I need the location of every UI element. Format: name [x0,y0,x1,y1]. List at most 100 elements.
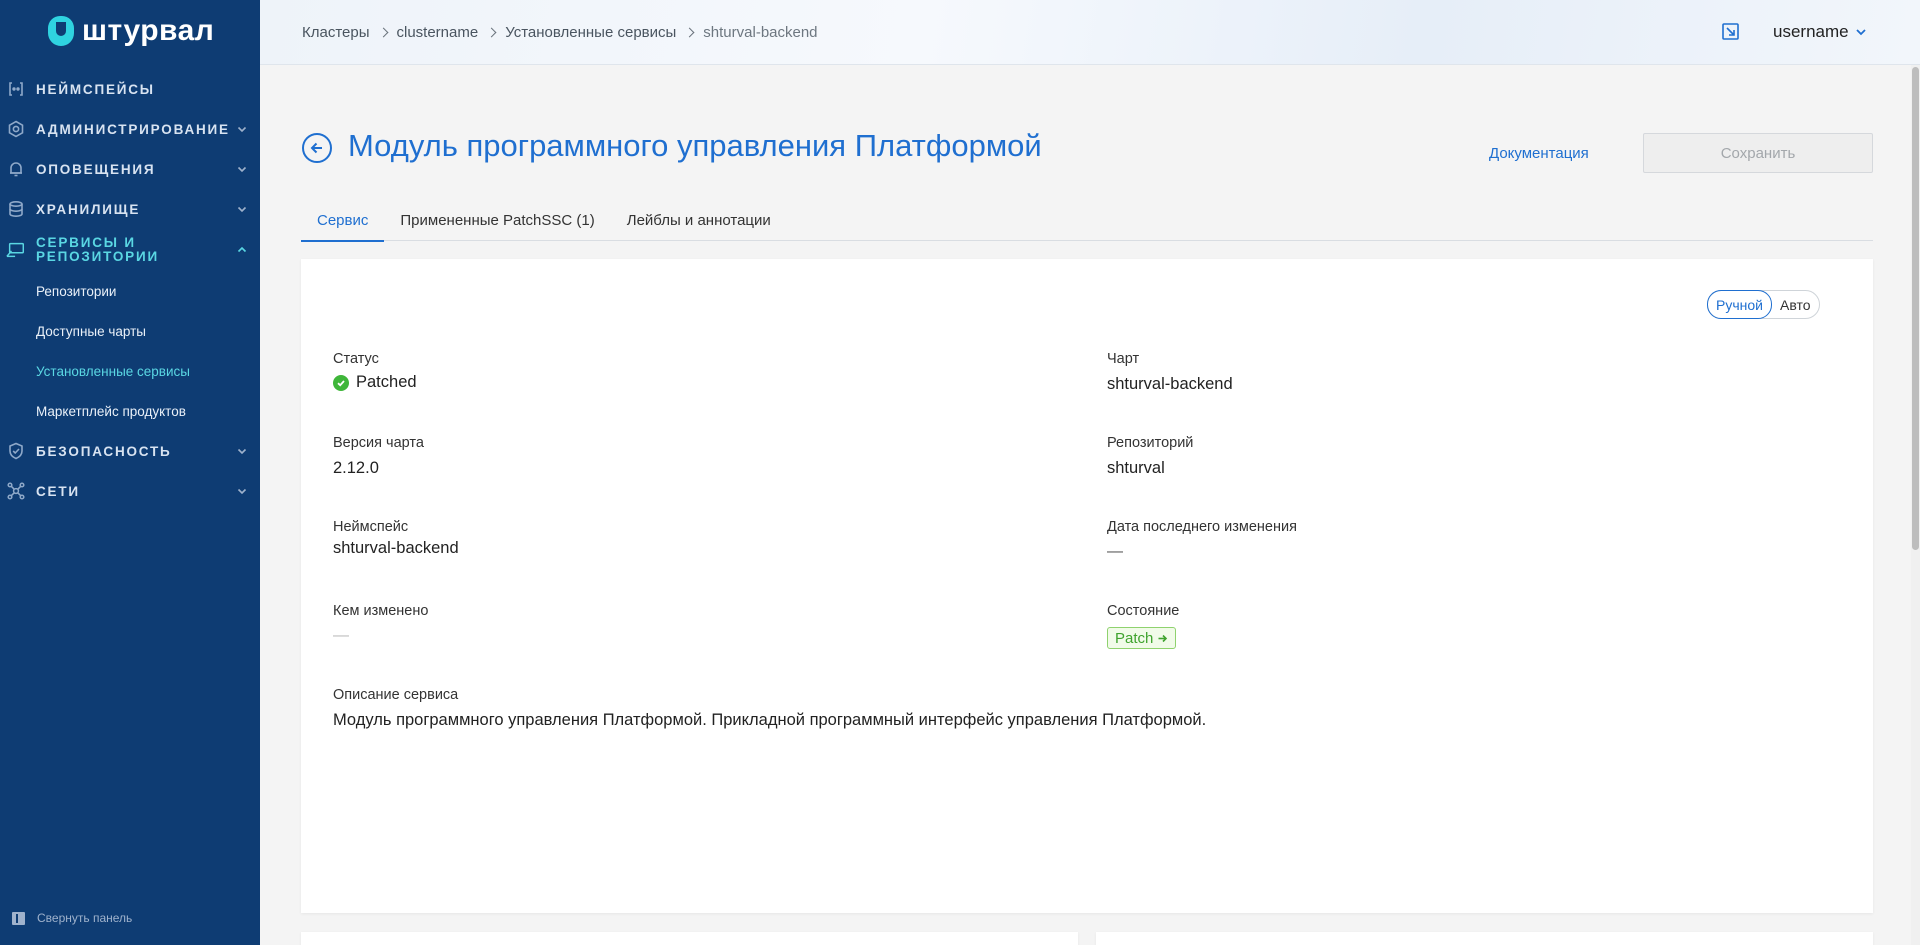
arrow-left-icon [310,142,322,154]
documentation-link[interactable]: Документация [1489,145,1589,162]
lower-card-right [1096,932,1873,945]
tab-labels-annotations[interactable]: Лейблы и аннотации [611,200,787,241]
status-value: Patched [333,373,417,392]
description-field: Описание сервиса Модуль программного упр… [333,687,1206,730]
chevron-down-icon [237,448,247,455]
sidebar-item-label: Оповещения [36,161,156,177]
namespace-icon [6,79,26,99]
database-icon [6,199,26,219]
description-value: Модуль программного управления Платформо… [333,711,1207,729]
chart-value: shturval-backend [1107,375,1233,393]
sidebar-item-security[interactable]: Безопасность [0,431,260,471]
panel-collapse-icon [12,911,25,925]
service-details-card: Ручной Авто Статус Patched Чарт shturval… [301,259,1873,913]
sidebar: штурвал Неймспейсы Администрирование Опо… [0,0,260,945]
breadcrumb: Кластеры clustername Установленные серви… [302,24,818,41]
state-badge[interactable]: Patch [1107,627,1177,649]
breadcrumb-current: shturval-backend [703,24,818,41]
status-field: Статус Patched [333,351,417,392]
chevron-down-icon [237,166,247,173]
sidebar-subitem-installed-services[interactable]: Установленные сервисы [0,351,260,391]
scrollbar-thumb[interactable] [1912,67,1919,550]
chevron-up-icon [237,246,247,253]
external-window-icon[interactable] [1722,23,1739,40]
state-field: Состояние Patch [1107,603,1179,649]
sidebar-subitem-marketplace[interactable]: Маркетплейс продуктов [0,391,260,431]
mode-toggle: Ручной Авто [1707,290,1820,319]
breadcrumb-installed-services[interactable]: Установленные сервисы [505,24,676,41]
sidebar-item-storage[interactable]: Хранилище [0,189,260,229]
description-label: Описание сервиса [333,687,459,703]
collapse-panel-label: Свернуть панель [37,911,133,925]
repository-value: shturval [1107,459,1165,477]
repository-field: Репозиторий shturval [1107,435,1193,478]
sidebar-item-label: Безопасность [36,443,172,459]
sidebar-item-label: Сервисы и репозитории [36,235,159,264]
state-label: Состояние [1107,603,1180,619]
chart-version-label: Версия чарта [333,435,424,451]
changed-by-value: — [333,627,349,644]
chart-field: Чарт shturval-backend [1107,351,1233,394]
username-label: username [1773,22,1849,41]
breadcrumb-clusters[interactable]: Кластеры [302,24,370,41]
services-icon [6,240,26,260]
status-label: Статус [333,351,379,367]
sidebar-subitem-repositories[interactable]: Репозитории [0,271,260,311]
state-badge-text: Patch [1115,629,1154,647]
changed-by-field: Кем изменено — [333,603,428,645]
user-menu[interactable]: username [1773,22,1867,42]
sidebar-item-namespaces[interactable]: Неймспейсы [0,69,260,109]
last-change-label: Дата последнего изменения [1107,519,1297,535]
chevron-right-icon [684,27,695,38]
logo-icon [48,16,74,46]
sidebar-item-label: Администрирование [36,121,230,137]
tab-applied-patchssc[interactable]: Примененные PatchSSC (1) [384,200,610,241]
arrow-right-icon [1158,634,1168,642]
breadcrumb-cluster[interactable]: clustername [397,24,479,41]
chevron-down-icon [237,206,247,213]
page-title: Модуль программного управления Платформо… [348,128,1042,163]
save-button[interactable]: Сохранить [1643,133,1873,173]
shield-icon [6,441,26,461]
chart-version-value: 2.12.0 [333,459,379,477]
sidebar-item-networks[interactable]: Сети [0,471,260,511]
namespace-value: shturval-backend [333,539,459,557]
status-text: Patched [356,373,417,391]
chevron-down-icon [237,488,247,495]
bell-icon [6,159,26,179]
chart-label: Чарт [1107,351,1140,367]
logo-text: штурвал [82,14,215,47]
mode-manual-option[interactable]: Ручной [1707,290,1772,319]
last-change-field: Дата последнего изменения — [1107,519,1297,561]
sidebar-item-administration[interactable]: Администрирование [0,109,260,149]
app-logo[interactable]: штурвал [48,14,214,48]
collapse-panel-button[interactable]: Свернуть панель [12,911,132,925]
chevron-down-icon [1855,29,1866,36]
back-button[interactable] [302,133,332,163]
namespace-field: Неймспейс shturval-backend [333,519,459,558]
sidebar-item-notifications[interactable]: Оповещения [0,149,260,189]
settings-gear-icon [6,119,26,139]
sidebar-subitem-available-charts[interactable]: Доступные чарты [0,311,260,351]
lower-card-left [301,932,1078,945]
sidebar-item-services[interactable]: Сервисы и репозитории [0,229,260,271]
tab-service[interactable]: Сервис [301,200,385,242]
check-circle-icon [333,374,349,391]
sidebar-item-label: Сети [36,483,80,499]
tabs: Сервис Примененные PatchSSC (1) Лейблы и… [301,200,1873,242]
repository-label: Репозиторий [1107,435,1194,451]
chevron-right-icon [486,27,497,38]
page-scrollbar[interactable] [1911,65,1920,945]
chart-version-field: Версия чарта 2.12.0 [333,435,424,478]
mode-auto-option[interactable]: Авто [1772,291,1819,318]
chevron-right-icon [378,27,388,38]
last-change-value: — [1107,543,1123,560]
sidebar-nav: Неймспейсы Администрирование Оповещения … [0,69,260,511]
top-bar: Кластеры clustername Установленные серви… [260,0,1920,65]
chevron-down-icon [237,126,247,133]
changed-by-label: Кем изменено [333,603,429,619]
namespace-label: Неймспейс [333,519,409,535]
network-icon [6,481,26,501]
sidebar-item-label: Хранилище [36,201,141,217]
sidebar-item-label: Неймспейсы [36,81,155,97]
